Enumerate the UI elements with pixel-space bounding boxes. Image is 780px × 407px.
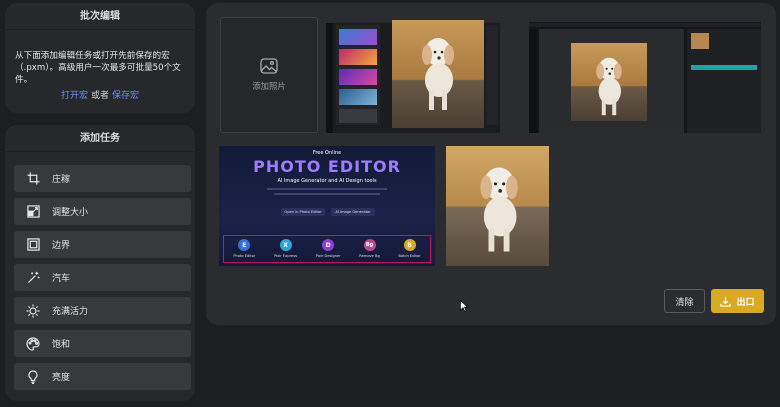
editor-canvas (571, 43, 647, 121)
batch-edit-description: 从下面添加编辑任务或打开先前保存的宏（.pxm）。高级用户一次最多可批量50个文… (15, 51, 181, 85)
express-toolbar (326, 17, 333, 133)
express-canvas (392, 20, 484, 128)
editor-menubar (529, 17, 761, 22)
vibrance-sun-icon (26, 304, 40, 318)
editor-toolbar (529, 29, 537, 133)
export-label: 出口 (736, 297, 755, 308)
task-saturation[interactable]: 饱和 (14, 330, 191, 357)
task-label: 调整大小 (52, 208, 89, 218)
save-macro-link[interactable]: 保存宏 (112, 91, 139, 101)
template-card (339, 69, 377, 85)
brightness-bulb-icon (26, 369, 40, 384)
banner-body-line (267, 188, 387, 190)
saturation-palette-icon (26, 336, 40, 351)
app-letter-badge: B (403, 239, 416, 251)
magic-wand-icon (26, 271, 40, 285)
add-photo-button[interactable]: 添加照片 (220, 17, 318, 133)
banner-app-strip: E Photo Editor X Pixlr Express D Pixlr D… (223, 235, 431, 263)
photo-thumb-editor-screenshot[interactable] (529, 17, 761, 133)
clear-button[interactable]: 清除 (664, 289, 705, 313)
express-layers-panel (486, 25, 498, 125)
or-label: 或者 (90, 91, 109, 101)
app-name: Remove Bg (359, 254, 380, 258)
dog-photo (480, 167, 518, 252)
express-side-panel (336, 25, 380, 125)
task-label: 汽车 (52, 274, 71, 284)
task-border[interactable]: 边界 (14, 231, 191, 258)
app-name: Pixlr Designer (315, 254, 341, 258)
app-letter-badge: Bg (363, 239, 376, 251)
template-card (339, 109, 377, 123)
dog-photo (422, 38, 454, 110)
add-task-panel: 添加任务 庄稼 调整大小 边界 汽车 充满活力 饱和 亮度 (5, 125, 195, 401)
app-tile: E Photo Editor (233, 239, 255, 258)
banner-open-editor-button: Open in Photo Editor (281, 208, 325, 216)
image-workspace: 添加照片 Free Online PHOTO EDITOR AI Image G… (206, 3, 776, 325)
task-label: 边界 (52, 241, 71, 251)
mouse-cursor-icon (460, 300, 468, 312)
banner-kicker: Free Online (312, 150, 342, 156)
task-label: 庄稼 (52, 175, 71, 185)
banner-headline: PHOTO EDITOR (253, 157, 401, 176)
app-name: Batch Editor (398, 254, 421, 258)
task-brightness[interactable]: 亮度 (14, 363, 191, 390)
export-button[interactable]: 出口 (711, 289, 764, 313)
layer-selected-bar (691, 65, 757, 70)
editor-workspace (539, 29, 684, 133)
editor-optionsbar (529, 23, 761, 27)
app-tile: D Pixlr Designer (316, 239, 341, 258)
task-label: 充满活力 (52, 307, 89, 317)
resize-icon (26, 205, 40, 219)
app-tile: X Pixlr Express (274, 239, 297, 258)
editor-layers-panel (687, 29, 761, 133)
app-letter-badge: E (238, 239, 251, 251)
banner-subheading: AI Image Generator and AI Design tools (277, 178, 377, 184)
photo-thumb-dog[interactable] (446, 146, 549, 266)
crop-icon (26, 172, 40, 186)
border-icon (26, 238, 40, 252)
template-card (339, 29, 377, 45)
macro-links: 打开宏 或者 保存宏 (5, 88, 195, 101)
batch-edit-panel: 批次编辑 从下面添加编辑任务或打开先前保存的宏（.pxm）。高级用户一次最多可批… (5, 3, 195, 113)
photo-thumb-editor-banner[interactable]: Free Online PHOTO EDITOR AI Image Genera… (219, 146, 435, 266)
app-name: Pixlr Express (274, 254, 297, 258)
open-macro-link[interactable]: 打开宏 (61, 91, 88, 101)
task-resize[interactable]: 调整大小 (14, 198, 191, 225)
dog-photo (596, 57, 622, 116)
task-crop[interactable]: 庄稼 (14, 165, 191, 192)
add-photo-label: 添加照片 (252, 81, 286, 91)
photo-thumb-express-screenshot[interactable] (326, 17, 500, 133)
app-letter-badge: X (279, 239, 292, 251)
task-vibrance[interactable]: 充满活力 (14, 297, 191, 324)
template-card (339, 49, 377, 65)
template-card (339, 89, 377, 105)
batch-edit-title: 批次编辑 (5, 3, 195, 30)
image-add-icon (260, 58, 278, 74)
banner-body-line (274, 193, 380, 195)
app-name: Photo Editor (233, 254, 256, 258)
add-task-title: 添加任务 (5, 125, 195, 152)
app-tile: B Batch Editor (398, 239, 421, 258)
app-letter-badge: D (322, 239, 335, 251)
layer-thumbnail (691, 33, 709, 49)
download-icon (720, 296, 732, 307)
task-label: 亮度 (52, 373, 71, 383)
task-auto[interactable]: 汽车 (14, 264, 191, 291)
task-label: 饱和 (52, 340, 71, 350)
banner-ai-generator-button: AI Image Generator (331, 208, 375, 216)
app-tile: Bg Remove Bg (359, 239, 380, 258)
